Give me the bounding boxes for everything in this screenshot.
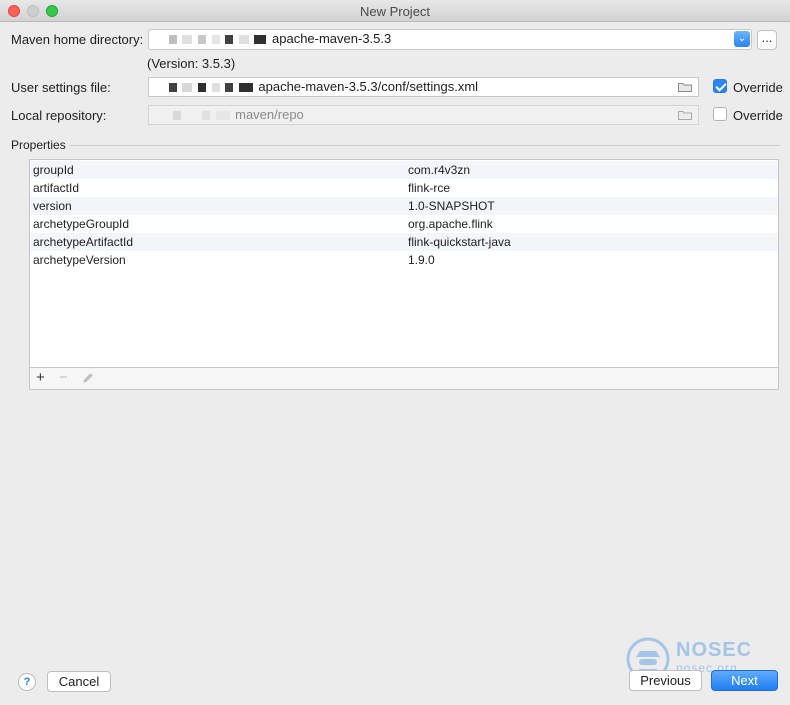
folder-icon[interactable] [678,82,692,92]
property-value: 1.0-SNAPSHOT [408,199,495,213]
table-row[interactable]: artifactId flink-rce [30,179,778,197]
property-value: flink-quickstart-java [408,235,511,249]
table-row[interactable]: archetypeArtifactId flink-quickstart-jav… [30,233,778,251]
table-row[interactable]: archetypeVersion 1.9.0 [30,251,778,269]
edit-pencil-icon[interactable] [82,372,94,384]
property-value: com.r4v3zn [408,163,471,177]
property-key: archetypeVersion [33,253,126,267]
property-value: flink-rce [408,181,451,195]
chevron-down-icon[interactable]: ⌄ [734,31,750,47]
user-settings-override-checkbox[interactable] [713,79,727,93]
user-settings-input[interactable]: apache-maven-3.5.3/conf/settings.xml [148,77,699,97]
cancel-button[interactable]: Cancel [47,671,111,692]
properties-heading: Properties [11,138,66,152]
properties-divider [70,145,780,146]
local-repo-override-label: Override [733,108,783,123]
local-repo-value: maven/repo [235,107,304,122]
local-repo-label: Local repository: [11,108,107,123]
user-settings-value: apache-maven-3.5.3/conf/settings.xml [258,79,479,94]
user-settings-override-label: Override [733,80,783,95]
properties-table[interactable]: groupId com.r4v3zn artifactId flink-rce … [29,159,779,368]
local-repo-input[interactable]: maven/repo [148,105,699,125]
remove-property-button[interactable]: − [59,370,68,386]
local-repo-override-checkbox[interactable] [713,107,727,121]
watermark-line1: NOSEC [676,639,753,661]
table-row[interactable]: groupId com.r4v3zn [30,161,778,179]
table-row[interactable]: version 1.0-SNAPSHOT [30,197,778,215]
table-row[interactable]: archetypeGroupId org.apache.flink [30,215,778,233]
title-bar: New Project [0,0,790,22]
maven-home-value: apache-maven-3.5.3 [272,31,392,46]
property-key: groupId [33,163,74,177]
property-key: archetypeGroupId [33,217,130,231]
maven-version-text: (Version: 3.5.3) [147,56,236,71]
maven-home-label: Maven home directory: [11,32,144,47]
property-key: archetypeArtifactId [33,235,134,249]
previous-button[interactable]: Previous [629,670,702,691]
property-value: 1.9.0 [408,253,435,267]
next-button[interactable]: Next [711,670,778,691]
folder-icon[interactable] [678,110,692,120]
property-value: org.apache.flink [408,217,493,231]
add-property-button[interactable]: + [36,370,45,386]
properties-toolbar: + − [29,368,779,390]
window-title: New Project [359,4,431,19]
property-key: artifactId [33,181,80,195]
user-settings-label: User settings file: [11,80,111,95]
maven-home-combobox[interactable]: apache-maven-3.5.3 ⌄ [148,29,752,50]
property-key: version [33,199,72,213]
help-button[interactable]: ? [18,673,36,691]
maven-home-browse-button[interactable]: ... [757,30,777,50]
